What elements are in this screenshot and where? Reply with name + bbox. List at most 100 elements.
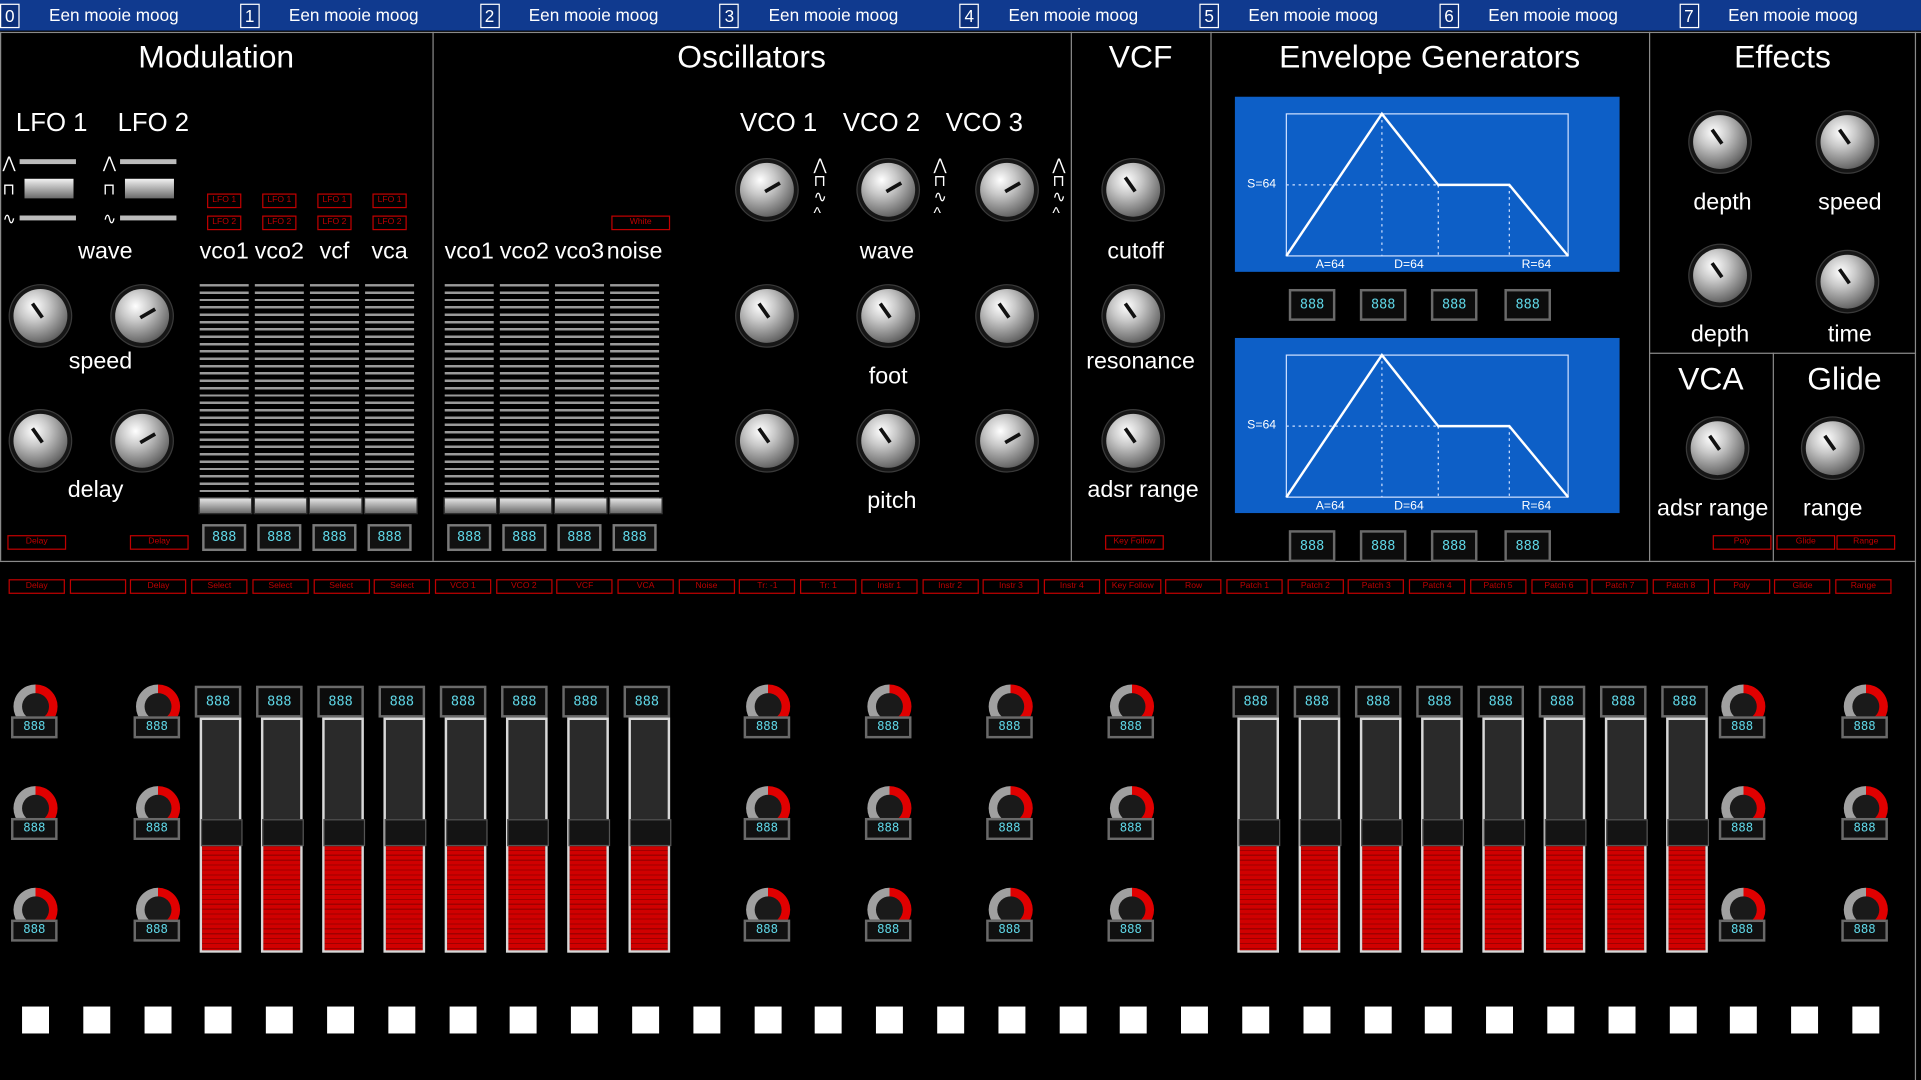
tab-3-label[interactable]: Een mooie moog — [769, 5, 899, 25]
channel-fader-6[interactable] — [567, 717, 611, 953]
bottom-button-4[interactable]: Select — [252, 579, 309, 594]
step-button-20[interactable] — [1242, 1006, 1270, 1034]
step-button-25[interactable] — [1547, 1006, 1575, 1034]
step-button-28[interactable] — [1730, 1006, 1758, 1034]
bottom-button-21[interactable]: Patch 2 — [1287, 579, 1344, 594]
glide-range-button[interactable]: Range — [1836, 535, 1896, 550]
tab-1-number[interactable]: 1 — [239, 3, 260, 29]
tab-6-label[interactable]: Een mooie moog — [1488, 5, 1618, 25]
step-button-1[interactable] — [83, 1006, 111, 1034]
vco2-foot-knob[interactable] — [861, 288, 916, 343]
step-button-29[interactable] — [1791, 1006, 1819, 1034]
tab-5-number[interactable]: 5 — [1199, 3, 1219, 29]
bottom-button-29[interactable]: Glide — [1774, 579, 1831, 594]
bottom-button-10[interactable]: VCA — [617, 579, 674, 594]
bottom-button-7[interactable]: VCO 1 — [434, 579, 492, 594]
mod-mix-1-lfo1-tag[interactable]: LFO 1 — [262, 193, 297, 209]
fader-thumb-14[interactable] — [1606, 819, 1648, 847]
vcf-resonance-knob[interactable] — [1106, 288, 1161, 343]
step-button-18[interactable] — [1120, 1006, 1148, 1034]
fader-thumb-15[interactable] — [1667, 819, 1710, 847]
key-follow-button[interactable]: Key Follow — [1105, 535, 1164, 550]
mod-mix-slider-thumb-2[interactable] — [308, 497, 363, 515]
channel-fader-8[interactable] — [1237, 717, 1281, 953]
tab-4-number[interactable]: 4 — [959, 3, 980, 29]
fader-thumb-9[interactable] — [1299, 819, 1342, 847]
mod-mix-3-lfo2-tag[interactable]: LFO 2 — [372, 215, 407, 231]
channel-fader-7[interactable] — [628, 717, 672, 953]
step-button-11[interactable] — [693, 1006, 721, 1034]
fader-thumb-13[interactable] — [1544, 819, 1587, 847]
channel-fader-1[interactable] — [260, 717, 304, 953]
step-button-22[interactable] — [1364, 1006, 1392, 1034]
osc-mix-slider-thumb-3[interactable] — [608, 497, 663, 515]
bottom-button-11[interactable]: Noise — [678, 579, 735, 594]
step-button-24[interactable] — [1486, 1006, 1514, 1034]
mod-mix-3-lfo1-tag[interactable]: LFO 1 — [372, 193, 407, 209]
noise-white-button[interactable]: White — [611, 215, 671, 231]
step-button-19[interactable] — [1181, 1006, 1209, 1034]
step-button-12[interactable] — [754, 1006, 782, 1034]
step-button-16[interactable] — [998, 1006, 1026, 1034]
mod-mix-2-lfo1-tag[interactable]: LFO 1 — [317, 193, 352, 209]
channel-fader-2[interactable] — [322, 717, 366, 953]
vcf-cutoff-knob[interactable] — [1106, 162, 1161, 217]
fader-thumb-4[interactable] — [445, 819, 488, 847]
bottom-button-12[interactable]: Tr: -1 — [739, 579, 796, 594]
fader-thumb-12[interactable] — [1483, 819, 1526, 847]
bottom-button-3[interactable]: Select — [191, 579, 248, 594]
bottom-button-24[interactable]: Patch 5 — [1469, 579, 1527, 594]
tab-7-label[interactable]: Een mooie moog — [1728, 5, 1858, 25]
tab-3-number[interactable]: 3 — [719, 3, 740, 29]
mod-mix-0-lfo1-tag[interactable]: LFO 1 — [207, 193, 242, 209]
bottom-button-26[interactable]: Patch 7 — [1591, 579, 1648, 594]
step-button-15[interactable] — [937, 1006, 965, 1034]
tab-1-label[interactable]: Een mooie moog — [289, 5, 419, 25]
fader-thumb-3[interactable] — [384, 819, 427, 847]
bottom-button-1[interactable] — [69, 579, 126, 594]
mod-mix-slider-track-0[interactable] — [199, 284, 249, 512]
bottom-button-13[interactable]: Tr: 1 — [800, 579, 857, 594]
effects-depth1-knob[interactable] — [1693, 115, 1747, 169]
step-button-17[interactable] — [1059, 1006, 1087, 1034]
glide-range-knob[interactable] — [1805, 421, 1860, 476]
step-button-27[interactable] — [1669, 1006, 1697, 1034]
mod-mix-1-lfo2-tag[interactable]: LFO 2 — [262, 215, 297, 231]
vco2-pitch-knob[interactable] — [861, 413, 916, 468]
mod-mix-slider-thumb-1[interactable] — [253, 497, 308, 515]
fader-thumb-0[interactable] — [200, 819, 243, 847]
mod-mix-slider-thumb-0[interactable] — [198, 497, 253, 515]
channel-fader-11[interactable] — [1421, 717, 1464, 953]
osc-mix-slider-track-3[interactable] — [610, 284, 660, 512]
lfo2-delay-button[interactable]: Delay — [129, 535, 189, 550]
osc-mix-slider-track-2[interactable] — [554, 284, 604, 512]
step-button-14[interactable] — [876, 1006, 904, 1034]
osc-mix-slider-track-0[interactable] — [444, 284, 494, 512]
bottom-button-18[interactable]: Key Follow — [1104, 579, 1161, 594]
lfo2-speed-knob[interactable] — [115, 288, 170, 343]
vco2-wave-knob[interactable] — [861, 162, 916, 217]
tab-0-label[interactable]: Een mooie moog — [49, 5, 179, 25]
tab-7-number[interactable]: 7 — [1679, 3, 1699, 29]
step-button-10[interactable] — [632, 1006, 660, 1034]
bottom-button-15[interactable]: Instr 2 — [921, 579, 979, 594]
fader-thumb-8[interactable] — [1238, 819, 1281, 847]
bottom-button-20[interactable]: Patch 1 — [1226, 579, 1283, 594]
tab-6-number[interactable]: 6 — [1439, 3, 1459, 29]
vco1-wave-knob[interactable] — [739, 162, 794, 217]
osc-mix-slider-thumb-0[interactable] — [443, 497, 498, 515]
fader-thumb-6[interactable] — [568, 819, 611, 847]
vca-adsr-range-knob[interactable] — [1690, 421, 1745, 476]
bottom-button-23[interactable]: Patch 4 — [1408, 579, 1466, 594]
step-button-9[interactable] — [571, 1006, 599, 1034]
mod-mix-slider-track-2[interactable] — [309, 284, 359, 512]
step-button-26[interactable] — [1608, 1006, 1636, 1034]
mod-mix-0-lfo2-tag[interactable]: LFO 2 — [207, 215, 242, 231]
osc-mix-slider-thumb-2[interactable] — [553, 497, 608, 515]
channel-fader-5[interactable] — [505, 717, 549, 953]
bottom-button-5[interactable]: Select — [313, 579, 370, 594]
mod-mix-2-lfo2-tag[interactable]: LFO 2 — [317, 215, 352, 231]
step-button-0[interactable] — [22, 1006, 50, 1034]
effects-time-knob[interactable] — [1820, 254, 1875, 309]
channel-fader-15[interactable] — [1666, 717, 1710, 953]
